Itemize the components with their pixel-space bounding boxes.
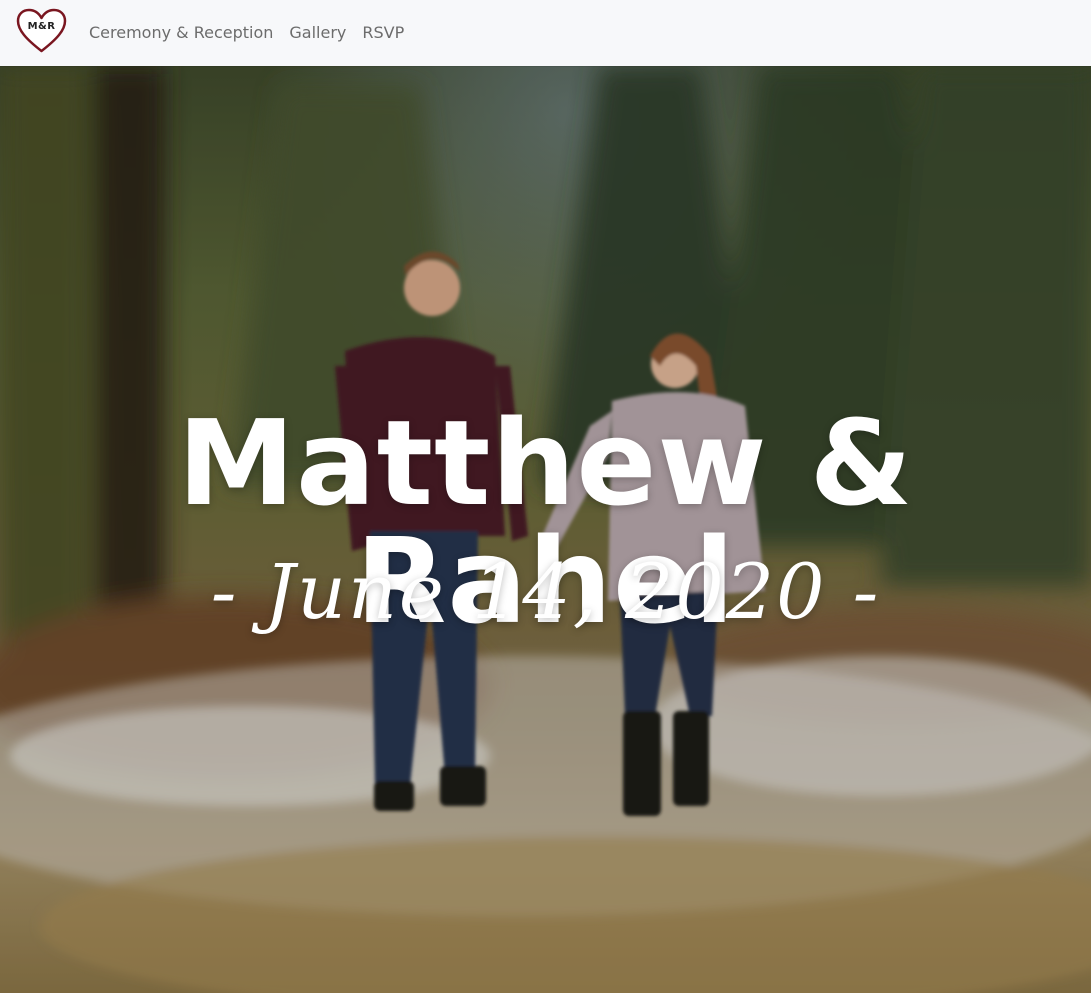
nav-link-gallery[interactable]: Gallery [281,0,354,66]
logo-text: M&R [27,21,56,32]
brand-logo[interactable]: M&R [16,8,67,54]
nav-link-ceremony-reception[interactable]: Ceremony & Reception [81,0,281,66]
nav-link-rsvp[interactable]: RSVP [354,0,412,66]
hero-section: Matthew & Rahel - June 14, 2020 - [0,66,1091,993]
navbar: M&R Ceremony & Reception Gallery RSVP [0,0,1091,66]
hero-date: - June 14, 2020 - [210,547,881,636]
nav-links: Ceremony & Reception Gallery RSVP [81,0,412,66]
